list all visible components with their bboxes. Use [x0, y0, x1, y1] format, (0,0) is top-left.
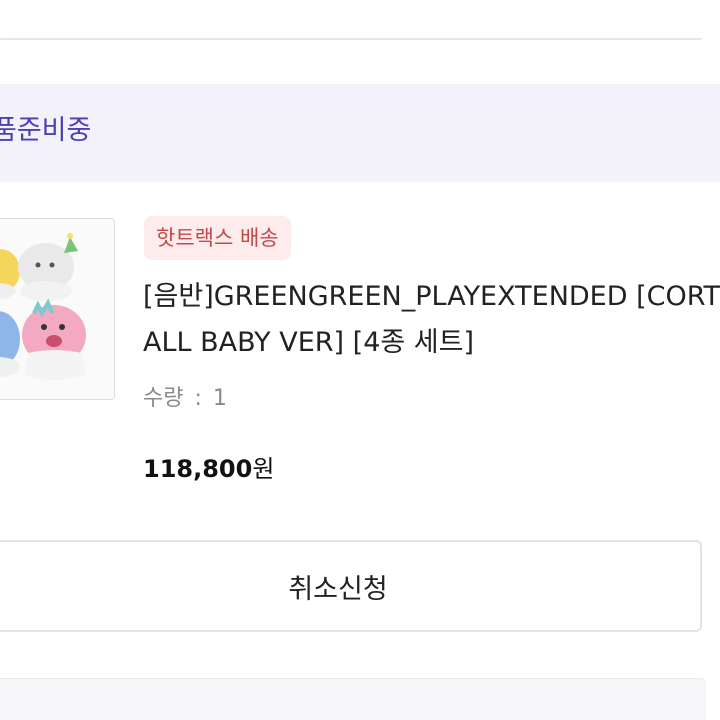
quantity-row: 수량 : 1	[143, 384, 227, 414]
order-status-text: 품준비중	[0, 115, 92, 146]
quantity-value: 1	[212, 386, 227, 411]
product-title[interactable]: [음반]GREENGREEN_PLAYEXTENDED [CORT ALL BA…	[143, 274, 720, 366]
shipping-badge: 핫트랙스 배송	[144, 216, 291, 260]
bottom-card	[0, 678, 706, 720]
order-status-bar: 품준비중	[0, 84, 720, 182]
product-title-line-1: [음반]GREENGREEN_PLAYEXTENDED [CORT	[143, 281, 720, 312]
order-detail-page: 품준비중 핫트랙스 배송 [음반]GREENGREEN_PLAYEXTENDED…	[0, 0, 720, 720]
price-row: 118,800원	[143, 452, 274, 486]
price-value: 118,800	[143, 455, 253, 483]
product-thumbnail[interactable]	[0, 218, 115, 400]
top-divider	[0, 38, 702, 40]
album-photo-icon	[0, 219, 114, 399]
product-title-line-2: ALL BABY VER] [4종 세트]	[143, 327, 475, 358]
price-unit: 원	[252, 455, 275, 483]
quantity-label: 수량	[143, 386, 184, 411]
cancel-request-label: 취소신청	[288, 573, 388, 605]
cancel-request-button[interactable]: 취소신청	[0, 540, 702, 632]
quantity-separator: :	[194, 386, 202, 411]
